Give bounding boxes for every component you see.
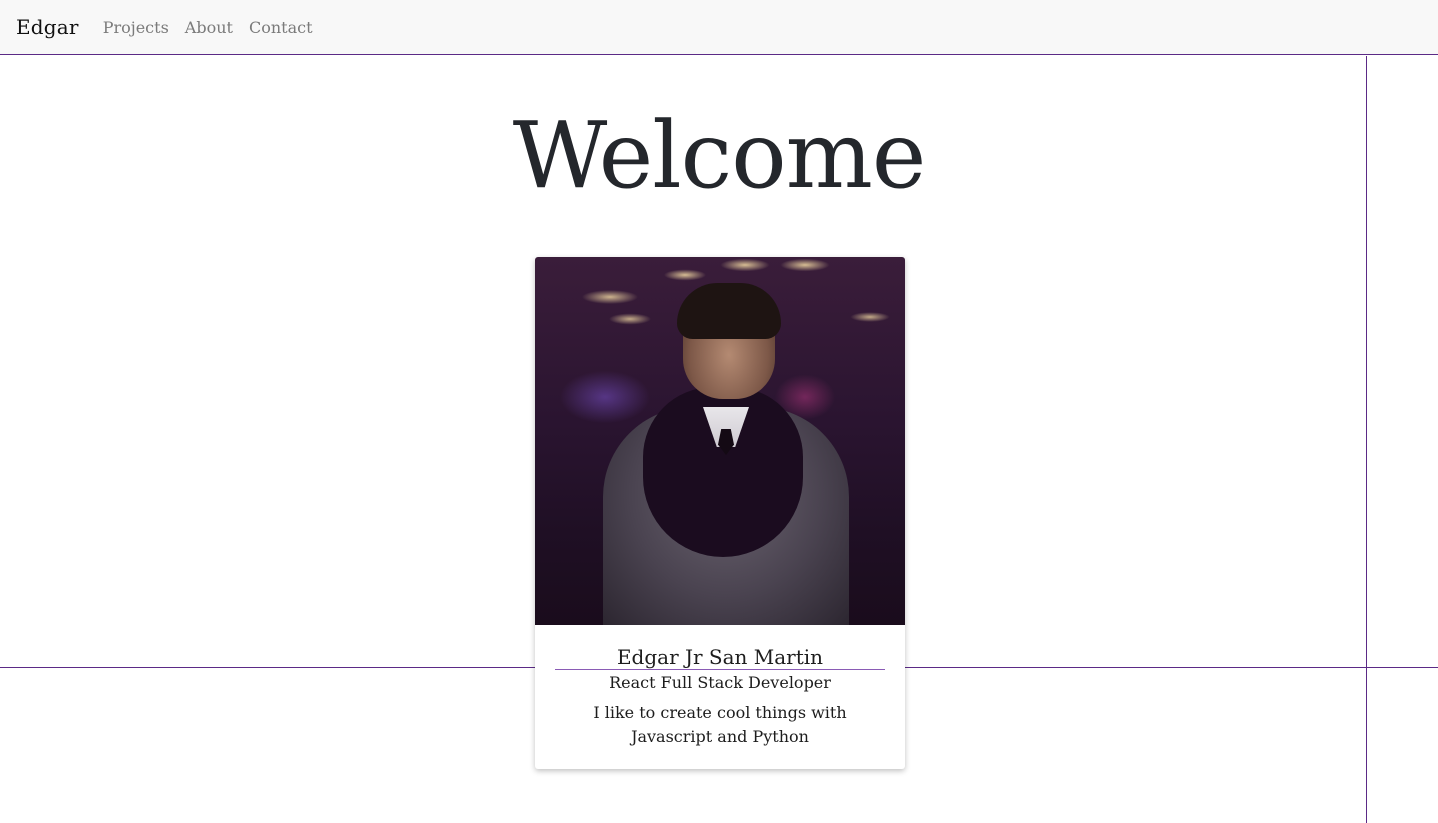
brand-link[interactable]: Edgar [16, 15, 79, 39]
nav-link-projects[interactable]: Projects [103, 18, 169, 37]
profile-description: I like to create cool things with Javasc… [593, 703, 847, 746]
nav-link-contact[interactable]: Contact [249, 18, 313, 37]
profile-card: Edgar Jr San Martin React Full Stack Dev… [535, 257, 905, 769]
nav-link-about[interactable]: About [185, 18, 233, 37]
profile-role: React Full Stack Developer [609, 673, 831, 692]
page-title: Welcome [512, 102, 927, 209]
profile-card-body: Edgar Jr San Martin React Full Stack Dev… [535, 625, 905, 769]
profile-name: Edgar Jr San Martin [555, 645, 885, 670]
navbar: Edgar Projects About Contact [0, 0, 1438, 55]
profile-photo [535, 257, 905, 625]
photo-person-hair [677, 283, 781, 339]
